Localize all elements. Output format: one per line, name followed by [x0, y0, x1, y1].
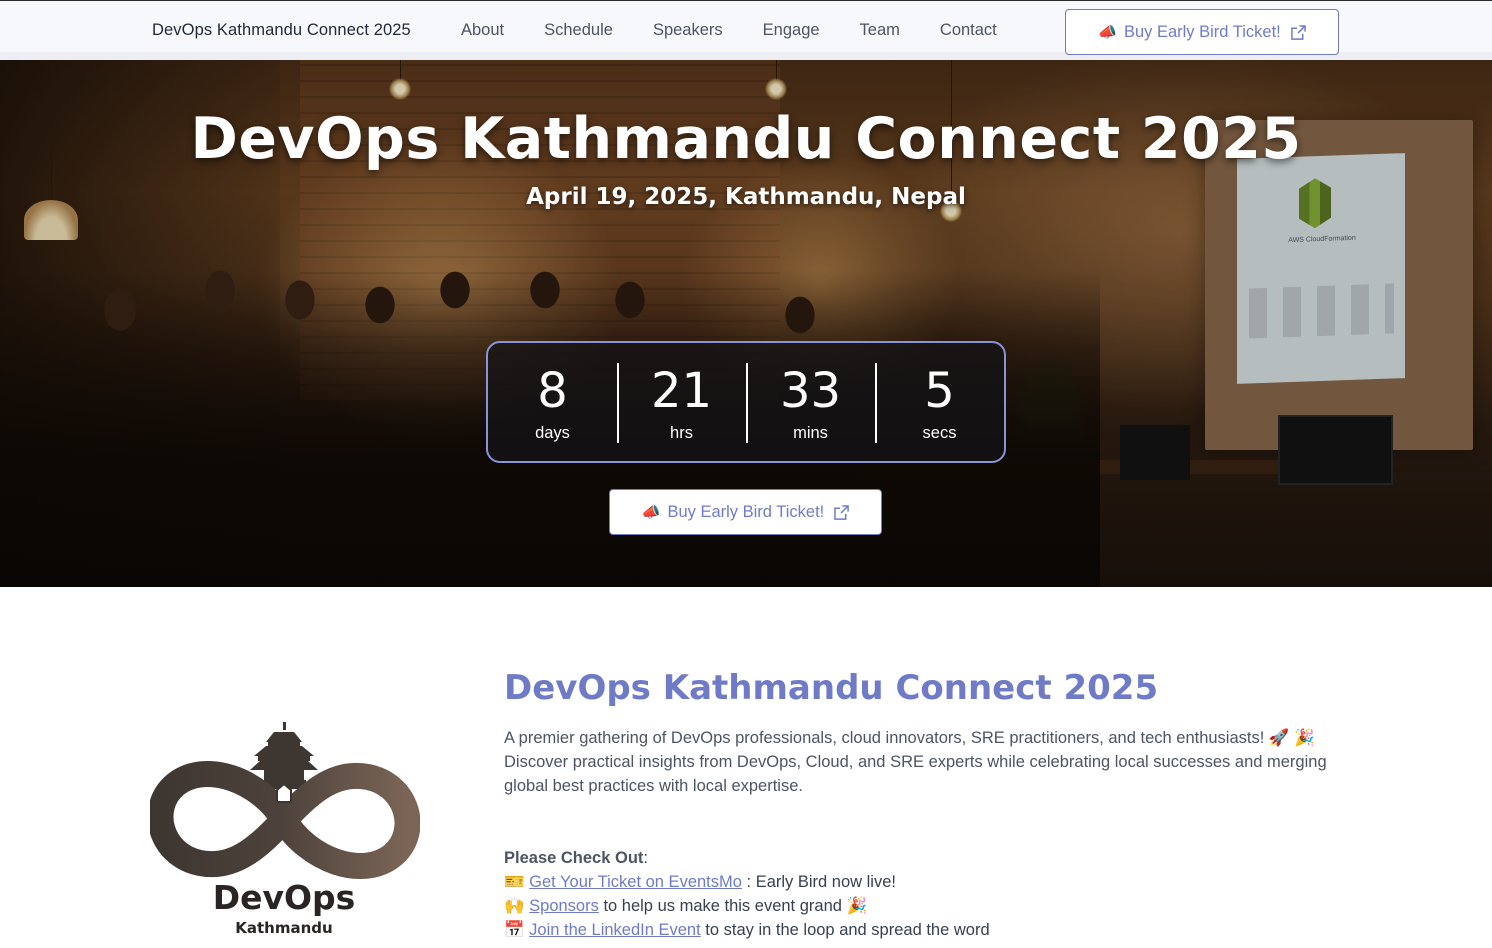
countdown-minutes-value: 33: [779, 363, 842, 419]
megaphone-icon: 📣: [1098, 24, 1117, 41]
countdown-days-label: days: [535, 424, 570, 442]
nav-link-engage[interactable]: Engage: [763, 21, 820, 40]
navbar: DevOps Kathmandu Connect 2025 About Sche…: [0, 0, 1492, 61]
countdown-minutes-label: mins: [793, 424, 828, 442]
checkout-heading-row: Please Check Out:: [504, 846, 1354, 870]
nav-link-schedule[interactable]: Schedule: [544, 21, 613, 40]
checkout-item-text: to stay in the loop and spread the word: [700, 921, 990, 939]
logo-subtext: Kathmandu: [235, 919, 333, 937]
about-description-line: A premier gathering of DevOps profession…: [504, 729, 1315, 747]
navbar-brand[interactable]: DevOps Kathmandu Connect 2025: [152, 21, 411, 40]
checkout-item-ticket: 🎫 Get Your Ticket on EventsMo : Early Bi…: [504, 870, 1354, 894]
nav-links: About Schedule Speakers Engage Team Cont…: [461, 21, 1037, 40]
ticket-icon: 🎫: [504, 873, 525, 891]
checkout-item-sponsors: 🙌 Sponsors to help us make this event gr…: [504, 894, 1354, 918]
countdown-seconds: 5 secs: [875, 343, 1004, 461]
nav-link-team[interactable]: Team: [860, 21, 900, 40]
external-link-icon: [834, 504, 850, 520]
hero-title: DevOps Kathmandu Connect 2025: [190, 106, 1302, 172]
countdown-hours-label: hrs: [670, 424, 693, 442]
about-description-line: Discover practical insights from DevOps,…: [504, 753, 1327, 795]
checkout-list: Please Check Out: 🎫 Get Your Ticket on E…: [504, 846, 1354, 942]
countdown-seconds-label: secs: [922, 424, 957, 442]
nav-link-about[interactable]: About: [461, 21, 504, 40]
nav-buy-ticket-label: Buy Early Bird Ticket!: [1123, 22, 1281, 41]
hero-subtitle: April 19, 2025, Kathmandu, Nepal: [526, 184, 966, 210]
countdown-days: 8 days: [488, 343, 617, 461]
eventsmo-ticket-link[interactable]: Get Your Ticket on EventsMo: [529, 873, 742, 891]
hero-section: AWS CloudFormation DevOps Kathmandu Conn…: [0, 60, 1492, 587]
devops-kathmandu-logo: DevOps Kathmandu: [147, 720, 421, 940]
checkout-item-text: to help us make this event grand 🎉: [598, 897, 868, 915]
checkout-item-text: : Early Bird now live!: [741, 873, 896, 891]
linkedin-event-link[interactable]: Join the LinkedIn Event: [529, 921, 701, 939]
nav-link-speakers[interactable]: Speakers: [653, 21, 723, 40]
hero-buy-ticket-label: Buy Early Bird Ticket!: [667, 502, 825, 521]
nav-buy-ticket-button[interactable]: 📣 Buy Early Bird Ticket!: [1065, 9, 1339, 55]
about-description: A premier gathering of DevOps profession…: [504, 726, 1354, 798]
calendar-icon: 📅: [504, 921, 525, 939]
raised-hands-icon: 🙌: [504, 897, 525, 915]
megaphone-icon: 📣: [641, 504, 661, 521]
checkout-heading: Please Check Out: [504, 849, 644, 867]
countdown-hours: 21 hrs: [617, 343, 746, 461]
checkout-colon: :: [643, 849, 648, 867]
countdown-timer: 8 days 21 hrs 33 mins 5 secs: [486, 341, 1006, 463]
countdown-hours-value: 21: [650, 363, 713, 419]
external-link-icon: [1290, 24, 1306, 40]
about-title: DevOps Kathmandu Connect 2025: [504, 668, 1159, 708]
countdown-minutes: 33 mins: [746, 343, 875, 461]
sponsors-link[interactable]: Sponsors: [529, 897, 599, 915]
countdown-seconds-value: 5: [924, 363, 955, 419]
logo-wordmark: DevOps: [212, 878, 356, 917]
countdown-days-value: 8: [537, 363, 568, 419]
hero-buy-ticket-button[interactable]: 📣 Buy Early Bird Ticket!: [609, 489, 882, 535]
checkout-item-linkedin: 📅 Join the LinkedIn Event to stay in the…: [504, 918, 1354, 942]
nav-link-contact[interactable]: Contact: [940, 21, 997, 40]
infinity-pagoda-logo-icon: [147, 722, 421, 879]
